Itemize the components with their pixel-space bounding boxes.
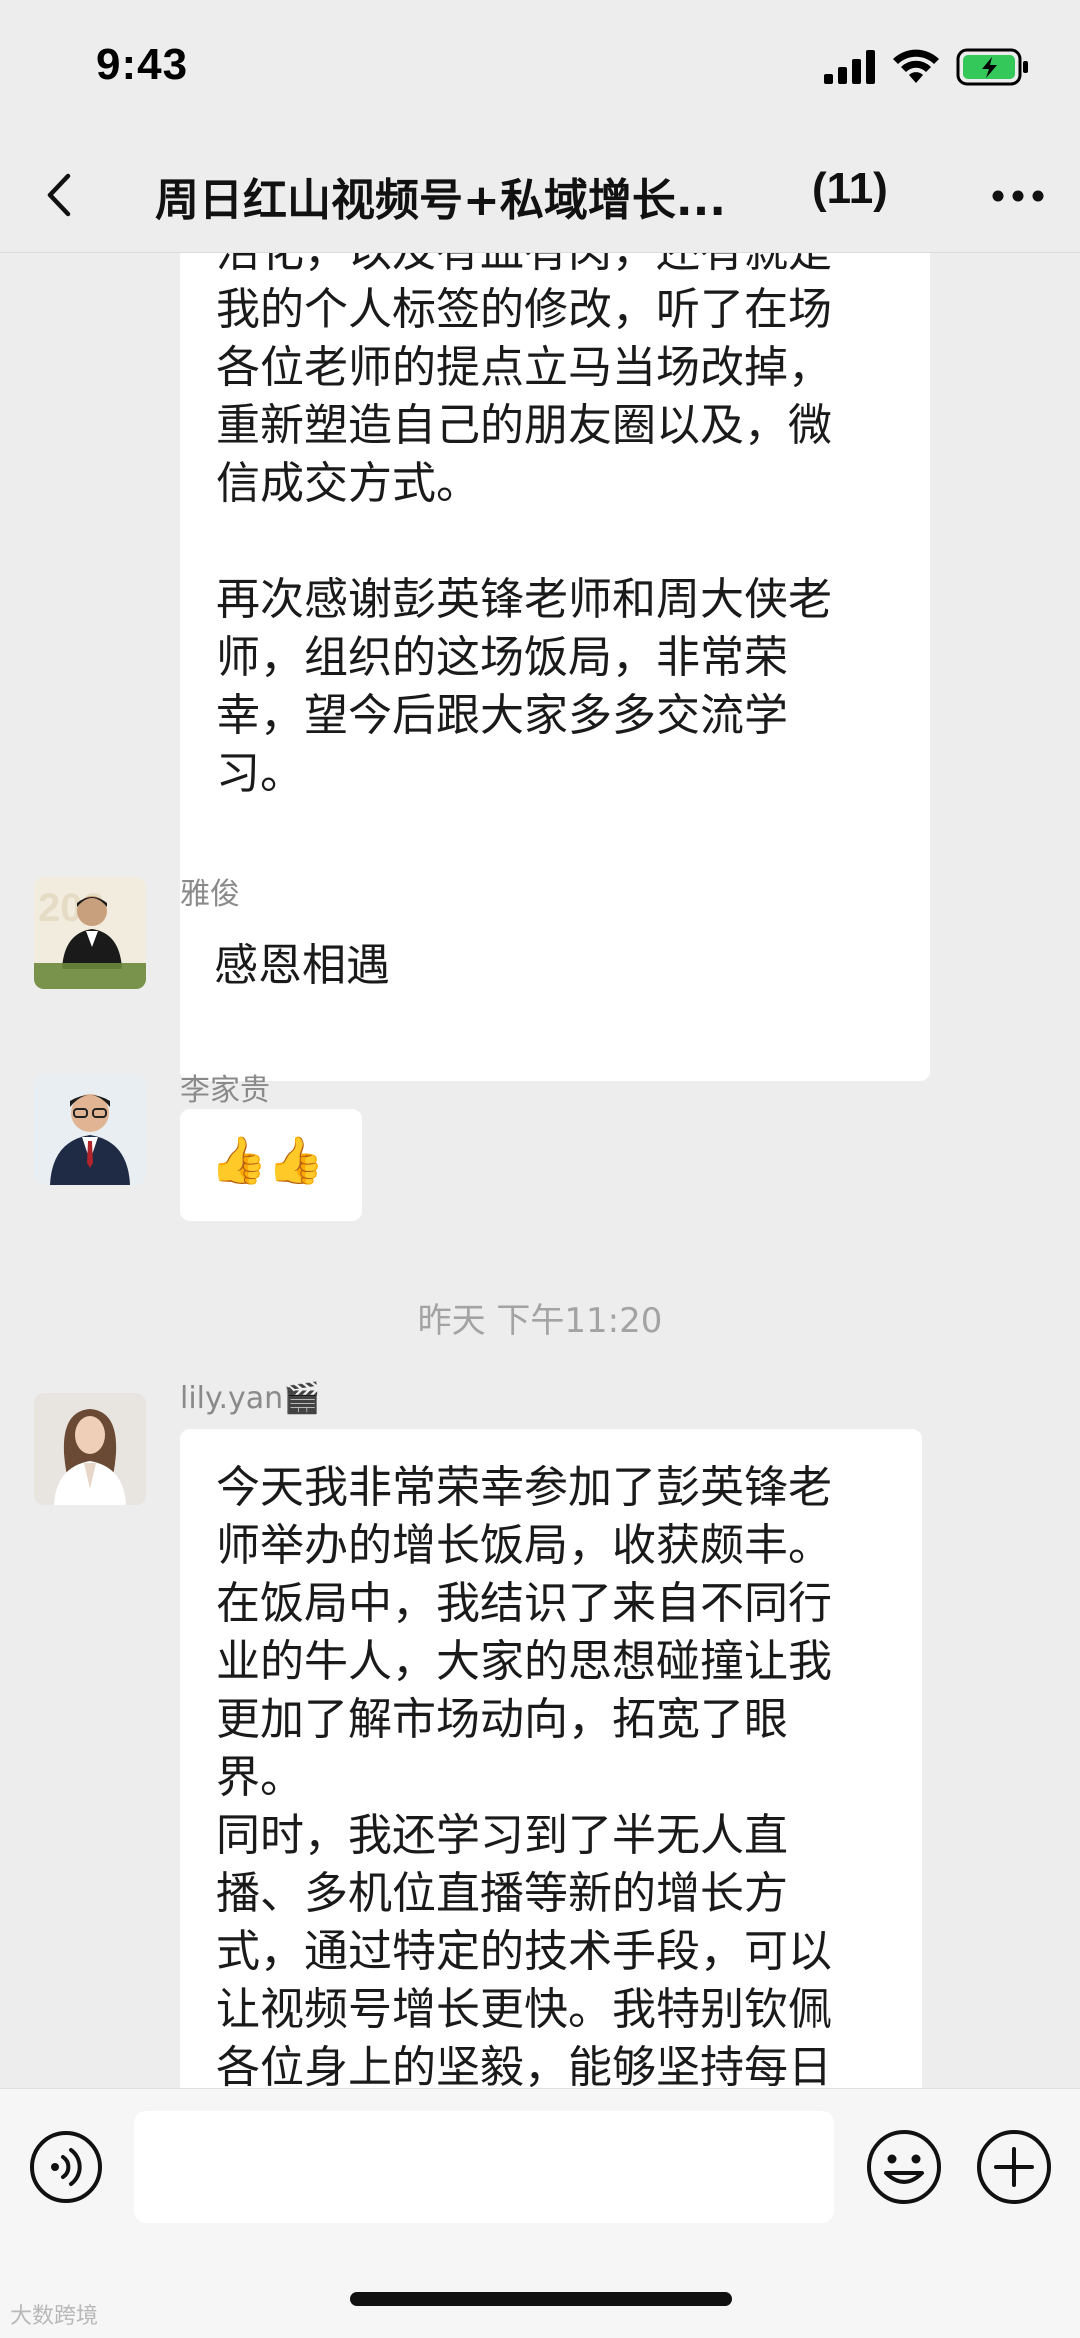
avatar-lilyyan[interactable] [34, 1393, 146, 1505]
status-time: 9:43 [96, 40, 189, 89]
message-text-partial-line: 活化，以及有血有肉，还有就是 [216, 253, 894, 281]
sender-name: 李家贵 [180, 1073, 270, 1108]
status-icons [824, 48, 1030, 86]
message-text: 再次感谢彭英锋老师和周大侠老 师，组织的这场饭局，非常荣 幸，望今后跟大家多多交… [216, 574, 832, 799]
voice-input-icon[interactable] [28, 2129, 104, 2205]
more-options-icon[interactable] [990, 176, 1046, 216]
paragraph-spacer [216, 513, 894, 571]
chat-header: 周日红山视频号+私域增长... (11) [0, 140, 1080, 253]
message-list[interactable]: 活化，以及有血有肉，还有就是 我的个人标签的修改，听了在场 各位老师的提点立马当… [0, 253, 1080, 2088]
chat-title: 周日红山视频号+私域增长... [155, 175, 727, 226]
status-bar: 9:43 [0, 0, 1080, 140]
message-text: 今天我非常荣幸参加了彭英锋老 师举办的增长饭局，收获颇丰。 在饭局中，我结识了来… [216, 1462, 832, 2088]
message-bubble[interactable]: 感恩相遇 [180, 913, 440, 1025]
battery-charging-icon [956, 48, 1028, 86]
cellular-signal-icon [824, 50, 875, 84]
message-text: 感恩相遇 [214, 940, 390, 991]
message-text: 我的个人标签的修改，听了在场 各位老师的提点立马当场改掉， 重新塑造自己的朋友圈… [216, 284, 832, 509]
sender-name: 雅俊 [180, 877, 240, 912]
watermark: 大数跨境 [10, 2304, 99, 2329]
message-bubble[interactable]: 👍👍 [180, 1109, 362, 1221]
message-bubble[interactable]: 今天我非常荣幸参加了彭英锋老 师举办的增长饭局，收获颇丰。 在饭局中，我结识了来… [180, 1429, 922, 2088]
home-indicator[interactable] [350, 2292, 732, 2306]
avatar-image: 202 [34, 877, 146, 989]
avatar-image [34, 1393, 146, 1505]
timestamp: 昨天 下午11:20 [417, 1301, 663, 1341]
member-count: (11) [812, 164, 888, 213]
message-input[interactable] [134, 2111, 834, 2223]
plus-icon[interactable] [974, 2127, 1054, 2207]
avatar-image [34, 1073, 146, 1185]
avatar-lijiagui[interactable] [34, 1073, 146, 1185]
sender-name: lily.yan🎬 [180, 1381, 321, 1416]
message-text: 👍👍 [210, 1133, 325, 1187]
back-arrow-icon[interactable] [36, 170, 86, 220]
wifi-icon [893, 49, 939, 83]
emoji-icon[interactable] [864, 2127, 944, 2207]
avatar-yajun[interactable]: 202 [34, 877, 146, 989]
